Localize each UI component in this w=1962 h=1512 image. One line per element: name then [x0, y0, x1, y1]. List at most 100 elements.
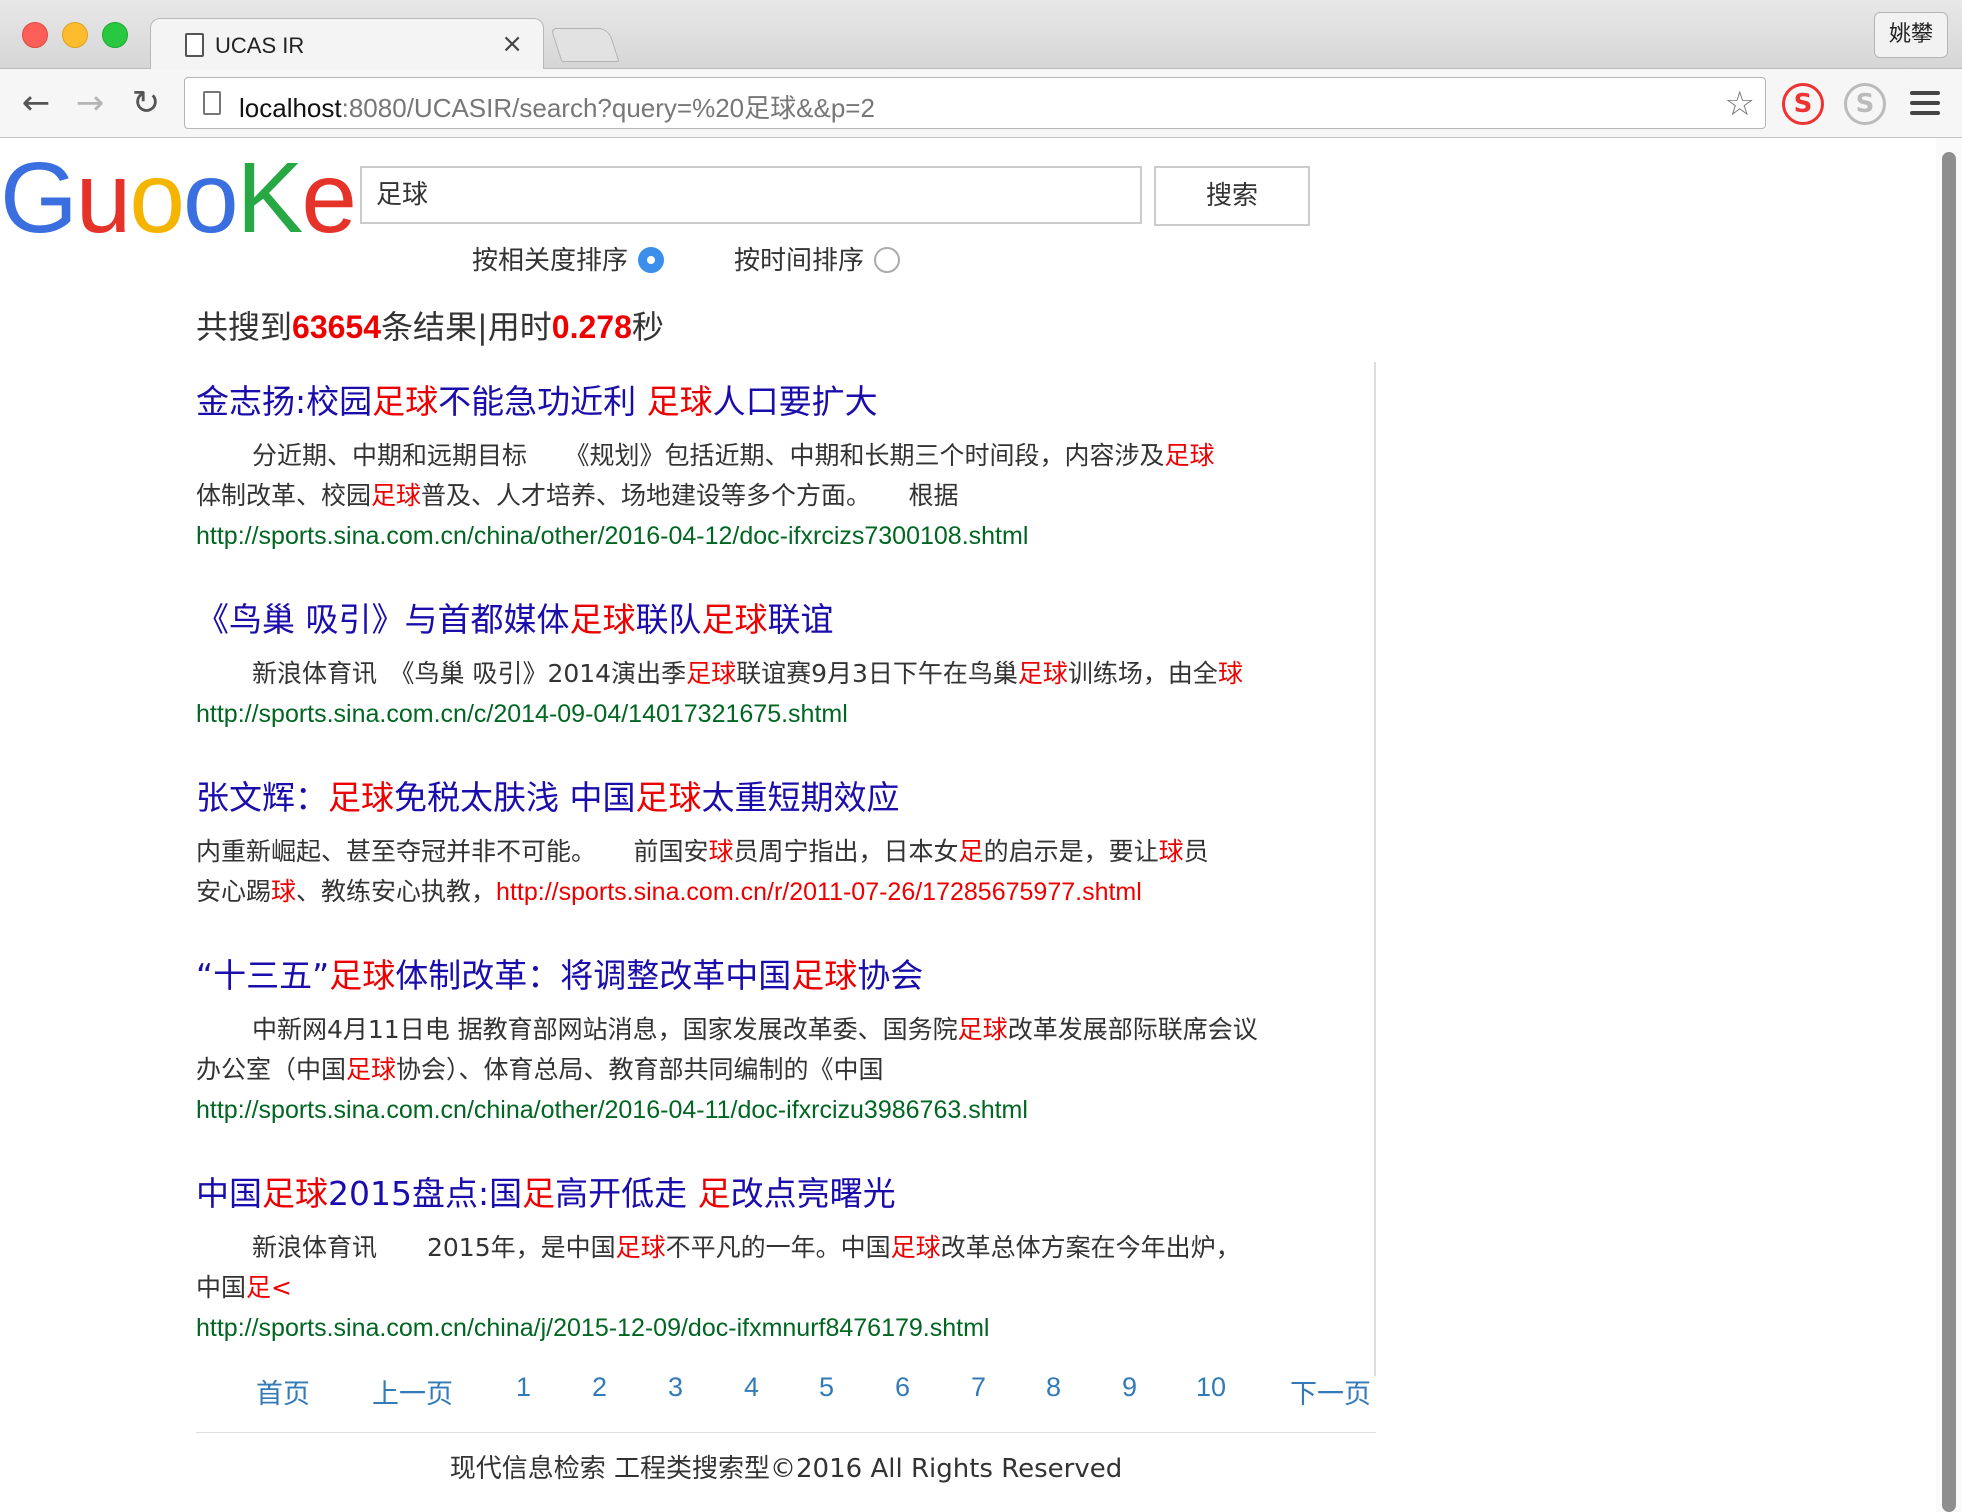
text-segment: 太重短期效应 [701, 778, 900, 817]
page-link-2[interactable]: 2 [592, 1372, 607, 1403]
result-snippet: 新浪体育讯 2015年，是中国足球不平凡的一年。中国足球改革总体方案在今年出炉，… [196, 1228, 1372, 1308]
profile-button[interactable]: 姚攀 [1873, 12, 1948, 58]
bookmark-star-icon[interactable]: ☆ [1725, 84, 1755, 124]
stats-count: 63654 [292, 309, 381, 345]
page-next-link[interactable]: 下一页 [1290, 1372, 1371, 1411]
extension-s-disabled-icon[interactable]: S [1844, 83, 1886, 125]
text-segment: 员周宁指出，日本女 [733, 837, 959, 866]
text-segment: 联谊赛9月3日下午在鸟巢 [736, 659, 1018, 688]
page-link-7[interactable]: 7 [971, 1372, 986, 1403]
result-url-link[interactable]: http://sports.sina.com.cn/china/other/20… [196, 516, 1372, 556]
text-segment: 安心踢 [196, 877, 272, 906]
highlight-keyword: 足< [246, 1273, 292, 1302]
text-segment: 新浪体育讯 2015年，是中国 [252, 1233, 616, 1262]
text-segment: 协会 [857, 956, 924, 995]
text-segment: 体制改革、校园 [196, 481, 372, 510]
tab-title: UCAS IR [215, 33, 305, 58]
sort-time-label: 按时间排序 [734, 246, 865, 276]
sort-by-time[interactable]: 按时间排序 [734, 240, 901, 277]
sort-by-relevance[interactable]: 按相关度排序 [472, 240, 665, 277]
result-url-link[interactable]: http://sports.sina.com.cn/china/j/2015-1… [196, 1308, 1372, 1348]
result-title-link[interactable]: 《鸟巢 吸引》与首都媒体足球联队足球联谊 [196, 598, 1372, 642]
result-title-link[interactable]: 张文辉：足球免税太肤浅 中国足球太重短期效应 [196, 776, 1372, 820]
highlight-keyword: 足球 [615, 1233, 666, 1262]
text-segment: 中国 [196, 1174, 262, 1213]
scrollbar-thumb[interactable] [1942, 152, 1956, 1512]
text-segment: 的启示是，要让 [983, 837, 1159, 866]
url-path: :8080/UCASIR/search?query=%20足球&&p=2 [341, 93, 875, 123]
result-title-link[interactable]: 中国足球2015盘点:国足高开低走 足改点亮曙光 [196, 1172, 1372, 1216]
text-segment: 体制改革：将调整改革中国 [395, 956, 792, 995]
search-input[interactable]: 足球 [360, 166, 1142, 224]
logo-letter: e [301, 142, 357, 254]
tab-close-icon[interactable]: × [501, 29, 523, 59]
extension-s-icon[interactable]: S [1782, 83, 1824, 125]
highlight-keyword: 足球 [346, 1055, 397, 1084]
text-segment: 训练场，由全 [1067, 659, 1218, 688]
page-link-3[interactable]: 3 [668, 1372, 683, 1403]
forward-arrow-icon[interactable]: → [70, 83, 110, 123]
page-first-link[interactable]: 首页 [256, 1372, 310, 1411]
window-maximize-button[interactable] [102, 22, 128, 48]
text-segment: 不能急功近利 [438, 382, 647, 421]
highlight-keyword: 球 [708, 837, 734, 866]
page-link-1[interactable]: 1 [516, 1372, 531, 1403]
result-snippet: 新浪体育讯 《鸟巢 吸引》2014演出季足球联谊赛9月3日下午在鸟巢足球训练场，… [196, 654, 1372, 694]
site-logo[interactable]: GuooKe [0, 142, 357, 254]
result-snippet: 内重新崛起、甚至夺冠并非不可能。 前国安球员周宁指出，日本女足的启示是，要让球员… [196, 832, 1372, 912]
page-link-5[interactable]: 5 [819, 1372, 834, 1403]
reload-icon[interactable]: ↻ [126, 83, 166, 123]
highlight-keyword: 球 [271, 877, 297, 906]
text-segment: 改革总体方案在今年出炉， [940, 1233, 1241, 1262]
page-link-10[interactable]: 10 [1196, 1372, 1226, 1403]
snippet-line: 中新网4月11日电 据教育部网站消息，国家发展改革委、国务院足球改革发展部际联席… [252, 1015, 1258, 1044]
browser-toolbar: ← → ↻ localhost:8080/UCASIR/search?query… [0, 69, 1962, 138]
result-title-link[interactable]: 金志扬:校园足球不能急功近利 足球人口要扩大 [196, 380, 1372, 424]
text-segment: 免税太肤浅 中国 [394, 778, 636, 817]
address-url[interactable]: localhost:8080/UCASIR/search?query=%20足球… [239, 88, 875, 125]
text-segment: 员 [1183, 837, 1209, 866]
highlight-keyword: 足球 [635, 778, 702, 817]
page-link-4[interactable]: 4 [744, 1372, 759, 1403]
text-segment: 2015盘点:国 [328, 1174, 523, 1213]
snippet-line: 新浪体育讯 2015年，是中国足球不平凡的一年。中国足球改革总体方案在今年出炉， [252, 1233, 1241, 1262]
browser-tab-active[interactable]: UCAS IR × [150, 18, 544, 70]
text-segment: 金志扬:校园 [196, 382, 373, 421]
snippet-line: 分近期、中期和远期目标 《规划》包括近期、中期和长期三个时间段，内容涉及足球 [252, 441, 1215, 470]
highlight-keyword: 足球 [569, 600, 636, 639]
stats-suffix: 秒 [631, 308, 664, 346]
highlight-keyword: 足球 [1017, 659, 1068, 688]
search-button[interactable]: 搜索 [1154, 166, 1310, 226]
page-icon [203, 91, 221, 115]
result-url-link[interactable]: http://sports.sina.com.cn/c/2014-09-04/1… [196, 694, 1372, 734]
highlight-keyword: 足球 [262, 1174, 328, 1213]
result-title-link[interactable]: “十三五”足球体制改革：将调整改革中国足球协会 [196, 954, 1372, 998]
result-snippet: 中新网4月11日电 据教育部网站消息，国家发展改革委、国务院足球改革发展部际联席… [196, 1010, 1372, 1090]
highlight-keyword: 足 [958, 837, 984, 866]
page-link-6[interactable]: 6 [895, 1372, 910, 1403]
text-segment: 联谊 [767, 600, 834, 639]
text-segment: 改革发展部际联席会议 [1007, 1015, 1258, 1044]
logo-letter: K [236, 142, 304, 254]
stats-time: 0.278 [551, 309, 632, 345]
result-url-link[interactable]: http://sports.sina.com.cn/china/other/20… [196, 1090, 1372, 1130]
window-close-button[interactable] [22, 22, 48, 48]
page-link-8[interactable]: 8 [1046, 1372, 1061, 1403]
hamburger-menu-icon[interactable] [1910, 91, 1940, 121]
page-link-9[interactable]: 9 [1122, 1372, 1137, 1403]
sort-time-radio[interactable] [874, 247, 901, 273]
page-icon [185, 33, 204, 57]
back-arrow-icon[interactable]: ← [16, 83, 56, 123]
page-prev-link[interactable]: 上一页 [372, 1372, 453, 1411]
sort-relevance-radio[interactable] [638, 247, 665, 273]
text-segment: “十三五” [196, 956, 330, 995]
highlight-keyword: 足球 [646, 382, 713, 421]
window-minimize-button[interactable] [62, 22, 88, 48]
new-tab-button[interactable] [550, 28, 620, 62]
logo-letter: G [0, 142, 78, 254]
address-bar[interactable]: localhost:8080/UCASIR/search?query=%20足球… [184, 77, 1766, 129]
text-segment: 分近期、中期和远期目标 《规划》包括近期、中期和长期三个时间段，内容涉及 [252, 441, 1165, 470]
result-snippet: 分近期、中期和远期目标 《规划》包括近期、中期和长期三个时间段，内容涉及足球 体… [196, 436, 1372, 516]
highlight-keyword: 球 [1158, 837, 1184, 866]
result-url-link[interactable]: http://sports.sina.com.cn/r/2011-07-26/1… [496, 878, 1142, 906]
